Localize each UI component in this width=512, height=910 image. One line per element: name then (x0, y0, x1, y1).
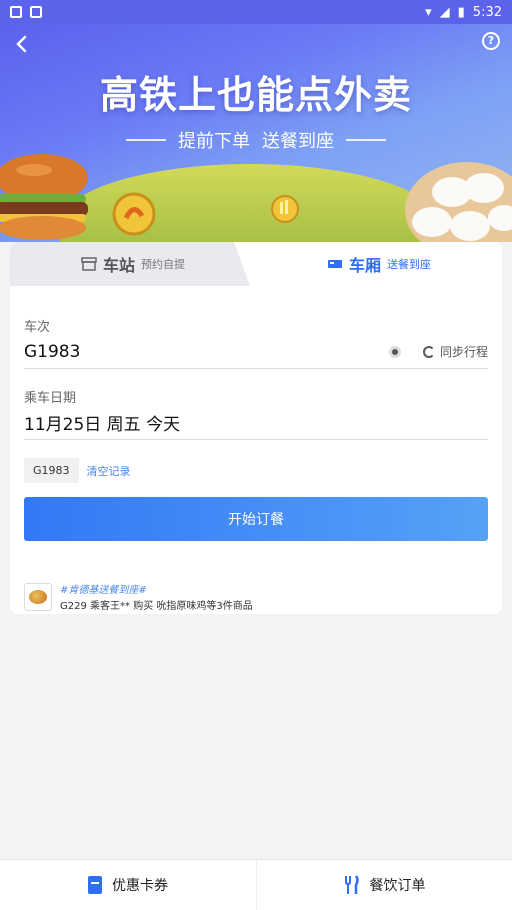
dash-decoration (346, 139, 386, 141)
date-label: 乘车日期 (24, 391, 77, 406)
mode-tabs: 车站 预约自提 车厢 送餐到座 (10, 242, 502, 286)
train-label: 车次 (24, 320, 51, 335)
chicken-thumbnail-icon (24, 582, 52, 611)
burger-illustration (0, 154, 88, 240)
tab-station[interactable]: 车站 预约自提 (10, 242, 256, 286)
nav-orders-label: 餐饮订单 (369, 878, 426, 894)
back-icon[interactable] (10, 32, 34, 56)
notification-icon (30, 6, 42, 18)
status-bar: ▾ ◢ ▮ 5:32 (0, 0, 512, 24)
refresh-icon (422, 345, 435, 358)
shrimp-coin-illustration (112, 192, 156, 236)
banner-title: 高铁上也能点外卖 (99, 73, 412, 117)
banner-subtitle-right: 送餐到座 (262, 131, 334, 152)
promo-ticker: #肯德基送餐到座# G229 乘客王** 购买 吮指原味鸡等3件商品 (24, 581, 488, 612)
help-icon[interactable]: ? (482, 32, 500, 50)
order-form: 车次 G1983 同步行程 乘车日期 11月25日 周五 今天 G1983 清空… (10, 316, 502, 612)
history-chip[interactable]: G1983 (24, 458, 79, 483)
battery-icon: ▮ (457, 4, 465, 20)
wifi-icon: ▾ (425, 4, 432, 20)
promo-banner: ? 高铁上也能点外卖 提前下单 送餐到座 (0, 24, 512, 242)
train-number-input[interactable]: G1983 (24, 342, 389, 362)
dumplings-illustration (405, 162, 512, 242)
tab-coach[interactable]: 车厢 送餐到座 (256, 242, 502, 286)
coupon-icon (88, 876, 102, 894)
nav-orders[interactable]: 餐饮订单 (256, 860, 512, 910)
clear-history-link[interactable]: 清空记录 (87, 463, 131, 479)
clear-input-icon[interactable] (388, 345, 401, 358)
store-icon (81, 257, 97, 271)
promo-text: G229 乘客王** 购买 吮指原味鸡等3件商品 (60, 601, 253, 612)
promo-tag: #肯德基送餐到座# (60, 585, 147, 596)
train-field[interactable]: G1983 同步行程 (24, 335, 488, 369)
bottom-nav: 优惠卡券 餐饮订单 (0, 859, 512, 910)
banner-subtitle-left: 提前下单 (178, 131, 250, 152)
start-order-button[interactable]: 开始订餐 (24, 497, 488, 541)
fries-coin-illustration (271, 195, 299, 223)
nav-coupons-label: 优惠卡券 (112, 878, 168, 894)
date-value[interactable]: 11月25日 周五 今天 (24, 410, 488, 435)
dash-decoration (126, 139, 166, 141)
order-card: 车站 预约自提 车厢 送餐到座 车次 G1983 同步行程 乘车日期 11月25… (10, 242, 502, 614)
gallery-icon (10, 6, 22, 18)
tab-coach-label: 车厢 (348, 256, 381, 275)
history-row: G1983 清空记录 (24, 458, 488, 483)
tab-coach-sub: 送餐到座 (387, 258, 431, 271)
status-time: 5:32 (472, 4, 502, 20)
date-field[interactable]: 11月25日 周五 今天 (24, 406, 488, 440)
signal-icon: ◢ (439, 4, 450, 20)
nav-coupons[interactable]: 优惠卡券 (0, 860, 256, 910)
fork-knife-icon (344, 875, 359, 894)
coach-icon (327, 260, 342, 268)
tab-station-label: 车站 (102, 256, 135, 275)
sync-trip-button[interactable]: 同步行程 (422, 343, 488, 360)
sync-trip-label: 同步行程 (439, 345, 488, 359)
tab-station-sub: 预约自提 (141, 258, 185, 271)
